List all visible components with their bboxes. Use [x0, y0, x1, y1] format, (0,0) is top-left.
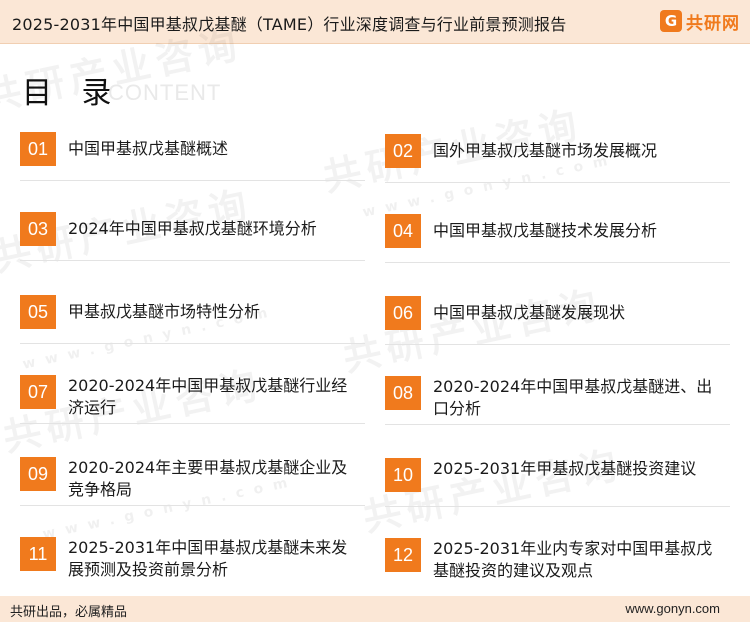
divider: [385, 506, 730, 507]
item-label: 国外甲基叔戊基醚市场发展概况: [433, 141, 658, 160]
item-label: 甲基叔戊基醚市场特性分析: [68, 302, 261, 321]
toc-item[interactable]: 08 2020-2024年中国甲基叔戊基醚进、出口分析: [385, 376, 730, 430]
item-number-badge: 11: [20, 537, 56, 571]
toc-item[interactable]: 10 2025-2031年甲基叔戊基醚投资建议: [385, 458, 730, 512]
toc-item[interactable]: 05 甲基叔戊基醚市场特性分析: [20, 295, 365, 349]
divider: [20, 180, 365, 181]
item-label: 2025-2031年中国甲基叔戊基醚未来发展预测及投资前景分析: [68, 538, 348, 579]
toc-item[interactable]: 01 中国甲基叔戊基醚概述: [20, 132, 365, 186]
footer-website: www.gonyn.com: [625, 601, 720, 616]
toc-item[interactable]: 03 2024年中国甲基叔戊基醚环境分析: [20, 212, 365, 266]
divider: [20, 505, 365, 506]
footer-bar: 共研出品，必属精品 www.gonyn.com: [0, 596, 750, 622]
toc-item[interactable]: 02 国外甲基叔戊基醚市场发展概况: [385, 134, 730, 188]
item-number-badge: 12: [385, 538, 421, 572]
item-number-badge: 10: [385, 458, 421, 492]
item-label: 2020-2024年中国甲基叔戊基醚进、出口分析: [433, 377, 713, 418]
toc-item[interactable]: 12 2025-2031年业内专家对中国甲基叔戊基醚投资的建议及观点: [385, 538, 730, 592]
toc-item[interactable]: 04 中国甲基叔戊基醚技术发展分析: [385, 214, 730, 268]
divider: [385, 262, 730, 263]
divider: [20, 260, 365, 261]
brand-logo: G 共研网: [660, 9, 740, 34]
item-number-badge: 07: [20, 375, 56, 409]
logo-text: 共研网: [686, 13, 740, 34]
item-label: 中国甲基叔戊基醚技术发展分析: [433, 221, 658, 240]
toc-subheading: CONTENT: [108, 80, 222, 105]
item-number-badge: 04: [385, 214, 421, 248]
item-number-badge: 03: [20, 212, 56, 246]
divider: [385, 182, 730, 183]
footer-slogan: 共研出品，必属精品: [10, 605, 128, 620]
item-number-badge: 09: [20, 457, 56, 491]
item-number-badge: 08: [385, 376, 421, 410]
divider: [385, 424, 730, 425]
item-label: 中国甲基叔戊基醚发展现状: [433, 303, 626, 322]
item-label: 2025-2031年甲基叔戊基醚投资建议: [433, 459, 697, 478]
divider: [20, 423, 365, 424]
item-number-badge: 02: [385, 134, 421, 168]
toc-item[interactable]: 06 中国甲基叔戊基醚发展现状: [385, 296, 730, 350]
item-number-badge: 01: [20, 132, 56, 166]
toc-item[interactable]: 11 2025-2031年中国甲基叔戊基醚未来发展预测及投资前景分析: [20, 537, 365, 591]
toc-item[interactable]: 09 2020-2024年主要甲基叔戊基醚企业及竞争格局: [20, 457, 365, 511]
item-label: 中国甲基叔戊基醚概述: [68, 139, 229, 158]
divider: [20, 343, 365, 344]
divider: [385, 344, 730, 345]
toc-item[interactable]: 07 2020-2024年中国甲基叔戊基醚行业经济运行: [20, 375, 365, 429]
item-label: 2020-2024年主要甲基叔戊基醚企业及竞争格局: [68, 458, 348, 499]
item-number-badge: 06: [385, 296, 421, 330]
item-label: 2020-2024年中国甲基叔戊基醚行业经济运行: [68, 376, 348, 417]
report-title: 2025-2031年中国甲基叔戊基醚（TAME）行业深度调查与行业前景预测报告: [12, 15, 567, 34]
logo-icon: G: [660, 10, 682, 32]
header-bar: 2025-2031年中国甲基叔戊基醚（TAME）行业深度调查与行业前景预测报告 …: [0, 0, 750, 44]
toc-heading: 目 录: [22, 76, 122, 111]
item-number-badge: 05: [20, 295, 56, 329]
item-label: 2024年中国甲基叔戊基醚环境分析: [68, 219, 317, 238]
item-label: 2025-2031年业内专家对中国甲基叔戊基醚投资的建议及观点: [433, 539, 713, 580]
